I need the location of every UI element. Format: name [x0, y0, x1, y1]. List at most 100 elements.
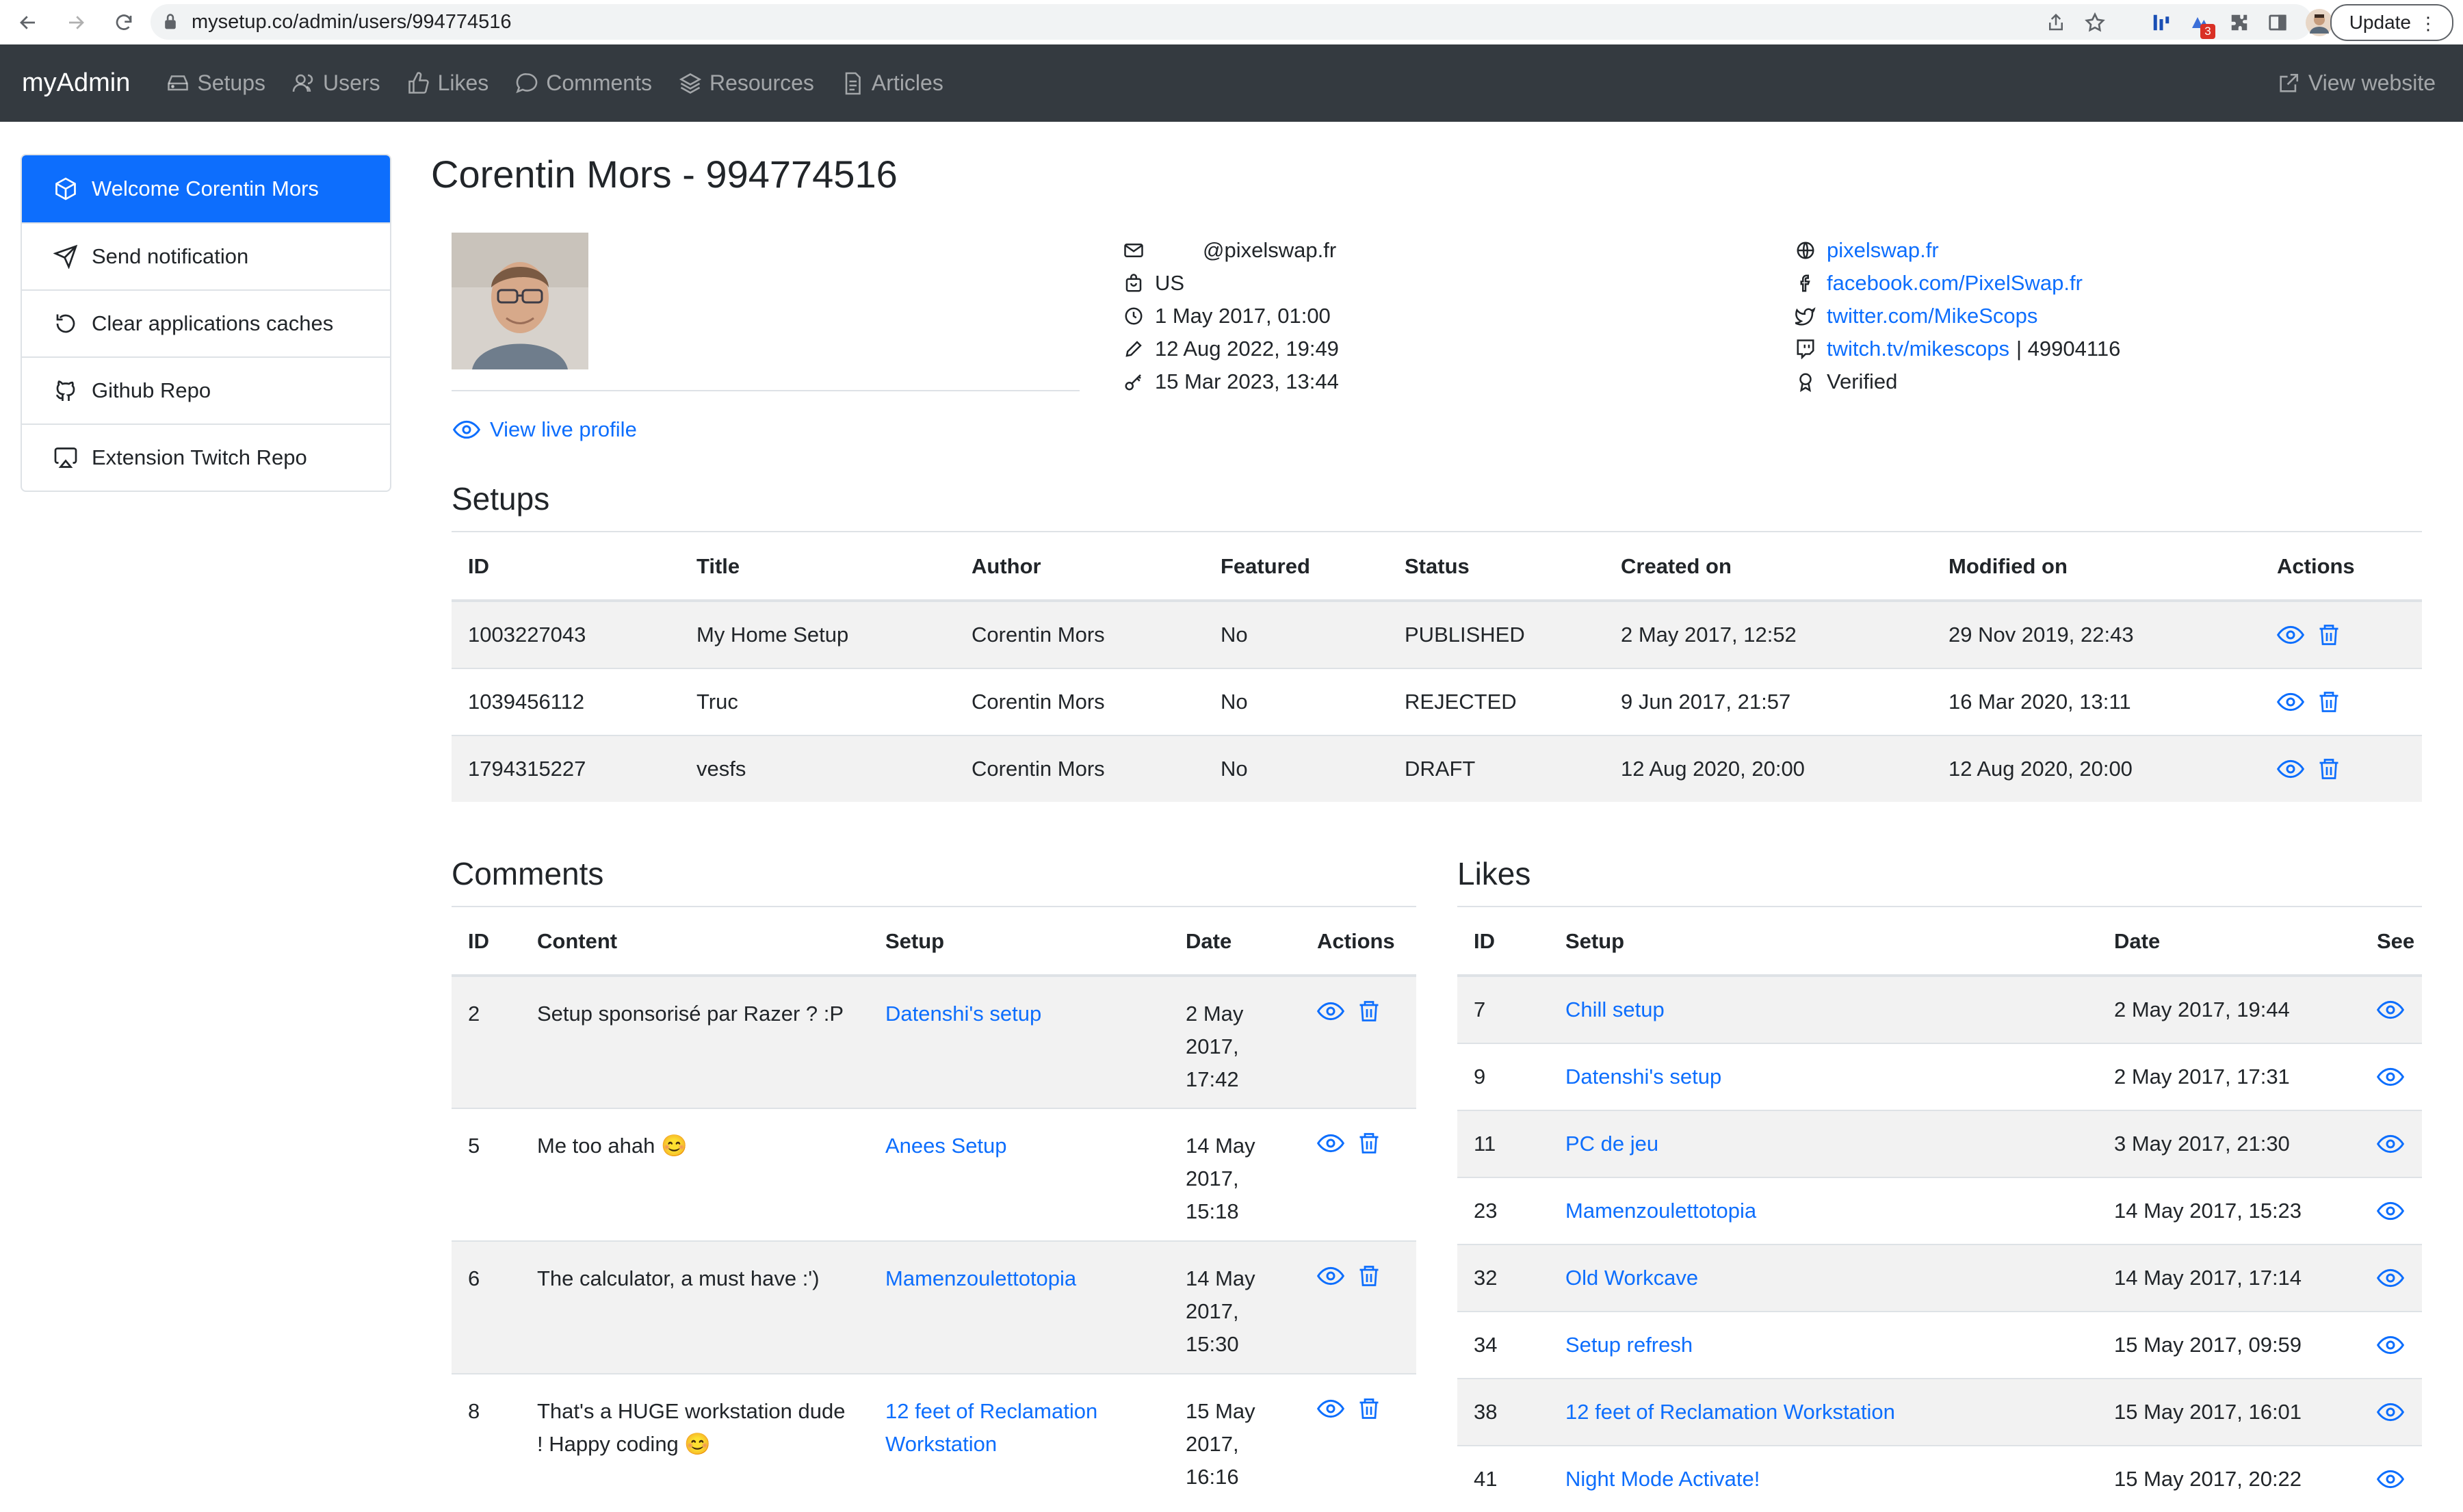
eye-icon[interactable] [1317, 1262, 1344, 1290]
sidebar-item-clear-caches[interactable]: Clear applications caches [22, 289, 390, 356]
eye-icon[interactable] [1317, 1395, 1344, 1422]
sidebar-item-twitch-repo[interactable]: Extension Twitch Repo [22, 423, 390, 491]
layers-icon [678, 71, 709, 96]
comment-setup-link[interactable]: Datenshi's setup [885, 1002, 1041, 1026]
eye-icon[interactable] [1317, 1130, 1344, 1157]
back-icon[interactable] [4, 0, 52, 44]
nav-articles[interactable]: Articles [840, 70, 943, 96]
trash-icon[interactable] [2317, 690, 2341, 714]
like-date: 15 May 2017, 09:59 [2098, 1311, 2360, 1379]
eye-icon[interactable] [2377, 1130, 2422, 1158]
comment-setup-link[interactable]: 12 feet of Reclamation Workstation [885, 1399, 1097, 1456]
like-see [2360, 1311, 2422, 1379]
share-icon[interactable] [2046, 12, 2066, 33]
sidepanel-icon[interactable] [2267, 12, 2288, 33]
setup-created: 12 Aug 2020, 20:00 [1604, 735, 1932, 802]
trash-icon[interactable] [1357, 1131, 1381, 1156]
view-live-profile-label: View live profile [490, 417, 637, 441]
table-row: 41 Night Mode Activate! 15 May 2017, 20:… [1457, 1445, 2422, 1512]
eye-icon[interactable] [2277, 688, 2304, 716]
trash-icon[interactable] [1357, 1396, 1381, 1421]
like-id: 9 [1457, 1043, 1549, 1110]
address-bar[interactable]: mysetup.co/admin/users/994774516 [151, 4, 2312, 40]
sidebar-item-send-notification[interactable]: Send notification [22, 222, 390, 289]
reload-icon[interactable] [100, 0, 148, 44]
comments-header-row: ID Content Setup Date Actions [452, 909, 1416, 977]
modified-row: 12 Aug 2022, 19:49 [1123, 333, 1339, 365]
brand-logo[interactable]: myAdmin [22, 68, 130, 98]
trash-icon[interactable] [2317, 623, 2341, 647]
like-setup-link[interactable]: Datenshi's setup [1565, 1065, 1721, 1089]
trash-icon[interactable] [1357, 999, 1381, 1024]
verified-value: Verified [1827, 369, 1898, 393]
sidebar-item-welcome[interactable]: Welcome Corentin Mors [22, 155, 390, 222]
twitter-link[interactable]: twitter.com/MikeScops [1827, 304, 2037, 328]
profile-avatar-icon[interactable] [2306, 8, 2333, 36]
twitch-icon [1795, 339, 1827, 359]
comment-date: 14 May 2017, 15:30 [1169, 1240, 1301, 1374]
file-text-icon [840, 71, 872, 96]
website-link[interactable]: pixelswap.fr [1827, 238, 1939, 263]
col-date: Date [2098, 909, 2360, 977]
nav-users[interactable]: Users [291, 70, 380, 96]
like-setup-cell: PC de jeu [1549, 1110, 2098, 1177]
eye-icon[interactable] [1317, 998, 1344, 1025]
eye-icon[interactable] [2377, 1331, 2422, 1359]
likes-header-row: ID Setup Date See [1457, 909, 2422, 977]
trash-icon[interactable] [2317, 757, 2341, 781]
sidebar-item-github[interactable]: Github Repo [22, 356, 390, 423]
comment-actions [1301, 1373, 1416, 1507]
like-setup-link[interactable]: Mamenzoulettotopia [1565, 1199, 1756, 1223]
like-setup-link[interactable]: 12 feet of Reclamation Workstation [1565, 1400, 1895, 1424]
comment-actions [1301, 1108, 1416, 1241]
like-setup-cell: Datenshi's setup [1549, 1043, 2098, 1110]
eye-icon[interactable] [2277, 755, 2304, 783]
like-setup-link[interactable]: Old Workcave [1565, 1266, 1698, 1290]
view-website-link[interactable]: View website [2277, 44, 2436, 122]
col-id: ID [452, 909, 521, 977]
eye-icon[interactable] [2377, 1398, 2422, 1426]
eye-icon[interactable] [2377, 1264, 2422, 1292]
view-website-label: View website [2308, 70, 2436, 95]
eye-icon[interactable] [2377, 996, 2422, 1024]
like-date: 2 May 2017, 19:44 [2098, 975, 2360, 1043]
comment-content: That's a HUGE workstation dude ! Happy c… [521, 1373, 869, 1507]
like-see [2360, 1043, 2422, 1110]
eye-icon[interactable] [2277, 621, 2304, 649]
table-row: 1794315227 vesfs Corentin Mors No DRAFT … [452, 735, 2422, 802]
nav-comments[interactable]: Comments [514, 70, 652, 96]
eye-icon[interactable] [2377, 1465, 2422, 1493]
star-icon[interactable] [2084, 12, 2106, 34]
like-setup-link[interactable]: Setup refresh [1565, 1333, 1693, 1357]
eye-icon[interactable] [2377, 1197, 2422, 1225]
forward-icon[interactable] [52, 0, 100, 44]
comment-setup-link[interactable]: Mamenzoulettotopia [885, 1266, 1076, 1290]
puzzle-icon[interactable] [2229, 12, 2250, 33]
clock-icon [1123, 306, 1155, 326]
user-info-right: pixelswap.fr facebook.com/PixelSwap.fr t… [1795, 234, 2120, 398]
like-see [2360, 1378, 2422, 1446]
comment-setup-link[interactable]: Anees Setup [885, 1134, 1007, 1158]
send-icon [53, 244, 92, 269]
update-button[interactable]: Update ⋮ [2330, 4, 2453, 41]
like-setup-link[interactable]: Night Mode Activate! [1565, 1467, 1760, 1491]
extension-badge-icon[interactable]: 3 [2189, 12, 2215, 39]
view-live-profile-link[interactable]: View live profile [453, 416, 637, 443]
facebook-link[interactable]: facebook.com/PixelSwap.fr [1827, 271, 2083, 296]
like-date: 15 May 2017, 20:22 [2098, 1445, 2360, 1512]
comment-id: 8 [452, 1373, 521, 1507]
nav-likes[interactable]: Likes [406, 70, 488, 96]
eye-icon[interactable] [2377, 1063, 2422, 1091]
like-setup-link[interactable]: PC de jeu [1565, 1132, 1658, 1156]
nav-resources[interactable]: Resources [678, 70, 814, 96]
setup-featured: No [1204, 600, 1388, 668]
extension-bars-icon[interactable] [2151, 12, 2172, 33]
like-setup-link[interactable]: Chill setup [1565, 998, 1665, 1021]
like-date: 14 May 2017, 17:14 [2098, 1244, 2360, 1312]
nav-articles-label: Articles [871, 70, 943, 95]
col-actions: Actions [2260, 534, 2422, 602]
trash-icon[interactable] [1357, 1264, 1381, 1288]
twitch-link[interactable]: twitch.tv/mikescops [1827, 337, 2009, 361]
admin-navbar: myAdmin Setups Users Likes Comments Reso… [0, 44, 2463, 122]
nav-setups[interactable]: Setups [166, 70, 265, 96]
